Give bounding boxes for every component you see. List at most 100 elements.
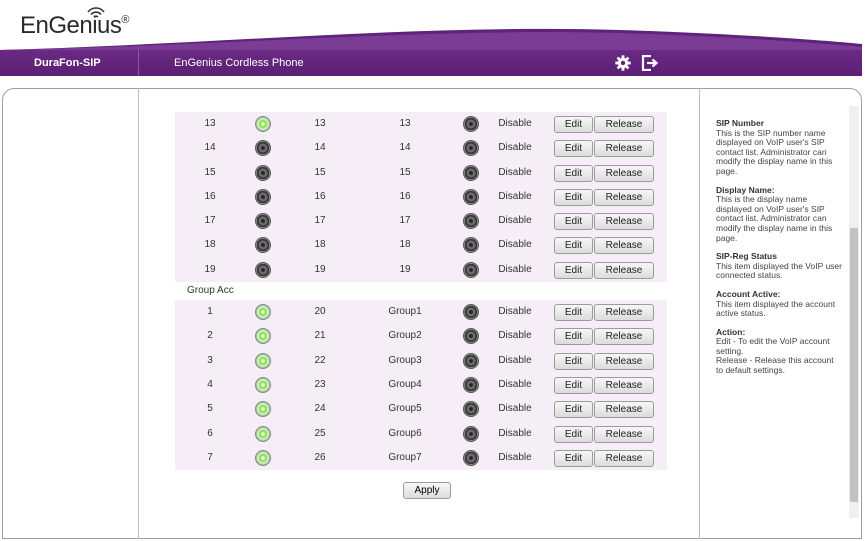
release-button[interactable]: Release — [594, 304, 654, 322]
account-active-icon — [463, 304, 479, 321]
edit-button[interactable]: Edit — [554, 376, 593, 394]
sip-reg-status-icon — [255, 304, 271, 321]
sip-reg-status-icon — [255, 237, 271, 254]
account-active-icon — [463, 164, 479, 181]
release-button[interactable]: Release — [594, 328, 654, 346]
help-scrollbar[interactable] — [849, 106, 859, 518]
help-account-active: Account Active: This item displayed the … — [716, 288, 836, 319]
account-active-icon — [463, 237, 479, 254]
display-name: 18 — [399, 239, 411, 251]
account-active-icon — [463, 261, 479, 278]
sip-reg-status-icon — [255, 140, 271, 157]
account-active-icon — [463, 116, 479, 132]
release-button[interactable]: Release — [594, 425, 654, 443]
sip-number: 13 — [314, 118, 326, 129]
sip-reg-status-icon — [255, 425, 271, 442]
sip-number: 24 — [314, 403, 326, 415]
account-status: Disable — [498, 427, 532, 439]
scrollbar-thumb[interactable] — [850, 228, 858, 502]
row-index: 18 — [204, 239, 216, 251]
account-status: Disable — [498, 354, 532, 366]
release-button[interactable]: Release — [594, 116, 654, 133]
display-name: 17 — [399, 215, 411, 227]
sip-number: 19 — [314, 263, 326, 275]
display-name: 13 — [399, 118, 411, 129]
sip-reg-status-icon — [255, 213, 271, 230]
release-button[interactable]: Release — [594, 188, 654, 206]
sip-number: 16 — [314, 190, 326, 202]
account-active-icon — [463, 188, 479, 205]
display-name: 19 — [399, 263, 411, 275]
release-button[interactable]: Release — [594, 164, 654, 182]
engenius-logo: EnGenius® — [20, 12, 130, 39]
apply-button[interactable]: Apply — [403, 482, 451, 499]
account-active-icon — [463, 213, 479, 230]
help-panel-divider — [699, 88, 700, 539]
release-button[interactable]: Release — [594, 261, 654, 279]
table-row: 16 16 16 Disable Edit Release — [175, 184, 667, 210]
sip-number: 25 — [314, 427, 326, 439]
sip-number: 15 — [314, 166, 326, 178]
row-index: 19 — [204, 263, 216, 275]
edit-button[interactable]: Edit — [554, 328, 593, 346]
table-row: 14 14 14 Disable Edit Release — [175, 136, 667, 161]
topbar-divider — [138, 50, 139, 76]
edit-button[interactable]: Edit — [554, 213, 593, 231]
group-account-label: Group Acc — [175, 282, 667, 301]
sip-number: 22 — [314, 354, 326, 366]
display-name: Group2 — [388, 330, 422, 342]
edit-button[interactable]: Edit — [554, 304, 593, 322]
edit-button[interactable]: Edit — [554, 116, 593, 133]
edit-button[interactable]: Edit — [554, 164, 593, 182]
gear-icon[interactable] — [615, 55, 631, 71]
release-button[interactable]: Release — [594, 237, 654, 255]
edit-button[interactable]: Edit — [554, 261, 593, 279]
sip-number: 14 — [314, 142, 326, 154]
table-row: 17 17 17 Disable Edit Release — [175, 209, 667, 234]
row-index: 4 — [207, 378, 213, 390]
account-active-icon — [463, 449, 479, 466]
edit-button[interactable]: Edit — [554, 352, 593, 370]
release-button[interactable]: Release — [594, 140, 654, 158]
release-button[interactable]: Release — [594, 352, 654, 370]
help-sip-number: SIP Number This is the SIP number name d… — [716, 118, 833, 176]
table-row: 6 25 Group6 Disable Edit Release — [175, 421, 667, 446]
release-button[interactable]: Release — [594, 213, 654, 231]
edit-button[interactable]: Edit — [554, 237, 593, 255]
sip-number: 23 — [314, 378, 326, 390]
display-name: Group6 — [388, 427, 422, 439]
sip-reg-status-icon — [255, 352, 271, 369]
account-status: Disable — [498, 451, 532, 463]
row-index: 7 — [207, 451, 213, 463]
edit-button[interactable]: Edit — [554, 401, 593, 419]
row-index: 2 — [207, 330, 213, 342]
table-row: 3 22 Group3 Disable Edit Release — [175, 348, 667, 373]
wifi-icon — [87, 7, 105, 18]
release-button[interactable]: Release — [594, 376, 654, 394]
sip-number: 21 — [314, 330, 326, 342]
edit-button[interactable]: Edit — [554, 188, 593, 206]
release-button[interactable]: Release — [594, 449, 654, 467]
row-index: 6 — [207, 427, 213, 439]
account-status: Disable — [498, 142, 532, 154]
help-action: Action: Edit - To edit the VoIP account … — [716, 326, 834, 376]
table-row: 2 21 Group2 Disable Edit Release — [175, 324, 667, 349]
table-row: 4 23 Group4 Disable Edit Release — [175, 372, 667, 398]
display-name: Group7 — [388, 451, 422, 463]
edit-button[interactable]: Edit — [554, 449, 593, 467]
logout-icon[interactable] — [641, 55, 658, 71]
group-account-rows: 1 20 Group1 Disable Edit Release 2 21 Group2 Disa… — [175, 300, 667, 471]
row-index: 5 — [207, 403, 213, 415]
release-button[interactable]: Release — [594, 401, 654, 419]
edit-button[interactable]: Edit — [554, 140, 593, 158]
edit-button[interactable]: Edit — [554, 425, 593, 443]
account-status: Disable — [498, 306, 532, 318]
product-name: DuraFon-SIP — [34, 57, 101, 69]
sip-reg-status-icon — [255, 116, 271, 132]
table-row: 1 20 Group1 Disable Edit Release — [175, 300, 667, 325]
account-active-icon — [463, 352, 479, 369]
display-name: Group3 — [388, 354, 422, 366]
account-active-icon — [463, 425, 479, 442]
account-status: Disable — [498, 263, 532, 275]
help-sip-reg-status: SIP-Reg Status This item displayed the V… — [716, 251, 842, 281]
